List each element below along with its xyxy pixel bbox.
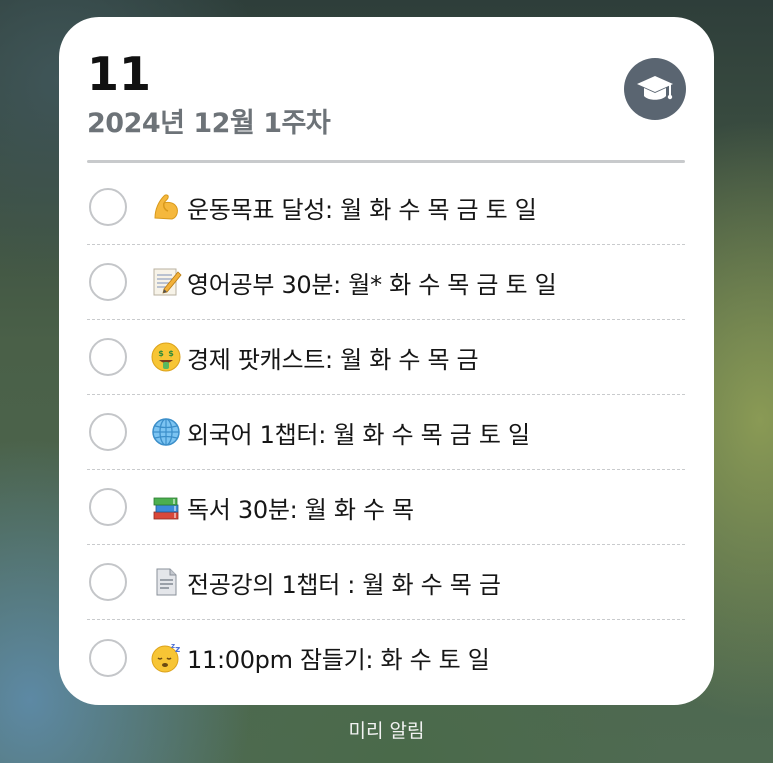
list-item: 전공강의 1챕터 : 월 화 수 목 금 [87,545,685,620]
checkbox[interactable] [89,263,127,301]
checkbox[interactable] [89,188,127,226]
item-label: 독서 30분: 월 화 수 목 [187,495,414,524]
list-item: $ $ 경제 팟캐스트: 월 화 수 목 금 [87,320,685,395]
checkbox[interactable] [89,488,127,526]
checkbox[interactable] [89,413,127,451]
item-label: 영어공부 30분: 월* 화 수 목 금 토 일 [187,270,557,299]
widget-caption: 미리 알림 [348,720,425,742]
checkbox[interactable] [89,563,127,601]
document-icon [149,565,183,599]
item-label: 11:00pm 잠들기: 화 수 토 일 [187,646,490,674]
sleeping-face-icon: z z [149,641,183,675]
flexed-biceps-icon [149,190,183,224]
books-icon [149,490,183,524]
list-item: 영어공부 30분: 월* 화 수 목 금 토 일 [87,245,685,320]
week-label: 2024년 12월 1주차 [87,108,331,139]
list-item: 외국어 1챕터: 월 화 수 목 금 토 일 [87,395,685,470]
svg-text:z: z [175,645,180,655]
item-label: 전공강의 1챕터 : 월 화 수 목 금 [187,570,501,599]
item-label: 외국어 1챕터: 월 화 수 목 금 토 일 [187,420,530,449]
graduation-cap-icon [624,58,686,120]
money-mouth-face-icon: $ $ [149,340,183,374]
globe-icon [149,415,183,449]
list-item: 독서 30분: 월 화 수 목 [87,470,685,545]
day-number: 11 [87,47,152,101]
header-divider [87,160,685,163]
svg-text:$: $ [168,349,174,358]
checkbox[interactable] [89,338,127,376]
checkbox[interactable] [89,638,127,677]
memo-icon [149,265,183,299]
item-label: 경제 팟캐스트: 월 화 수 목 금 [187,345,479,374]
svg-text:z: z [171,642,175,650]
reminders-widget[interactable]: 11 2024년 12월 1주차 운동목표 달성: 월 화 수 목 금 토 일 [59,17,714,705]
list-item: 운동목표 달성: 월 화 수 목 금 토 일 [87,170,685,245]
list-item: z z 11:00pm 잠들기: 화 수 토 일 [87,620,685,695]
reminder-list: 운동목표 달성: 월 화 수 목 금 토 일 영어공부 30분: 월* 화 수 … [87,170,685,695]
svg-text:$: $ [158,349,164,358]
item-label: 운동목표 달성: 월 화 수 목 금 토 일 [187,195,537,224]
